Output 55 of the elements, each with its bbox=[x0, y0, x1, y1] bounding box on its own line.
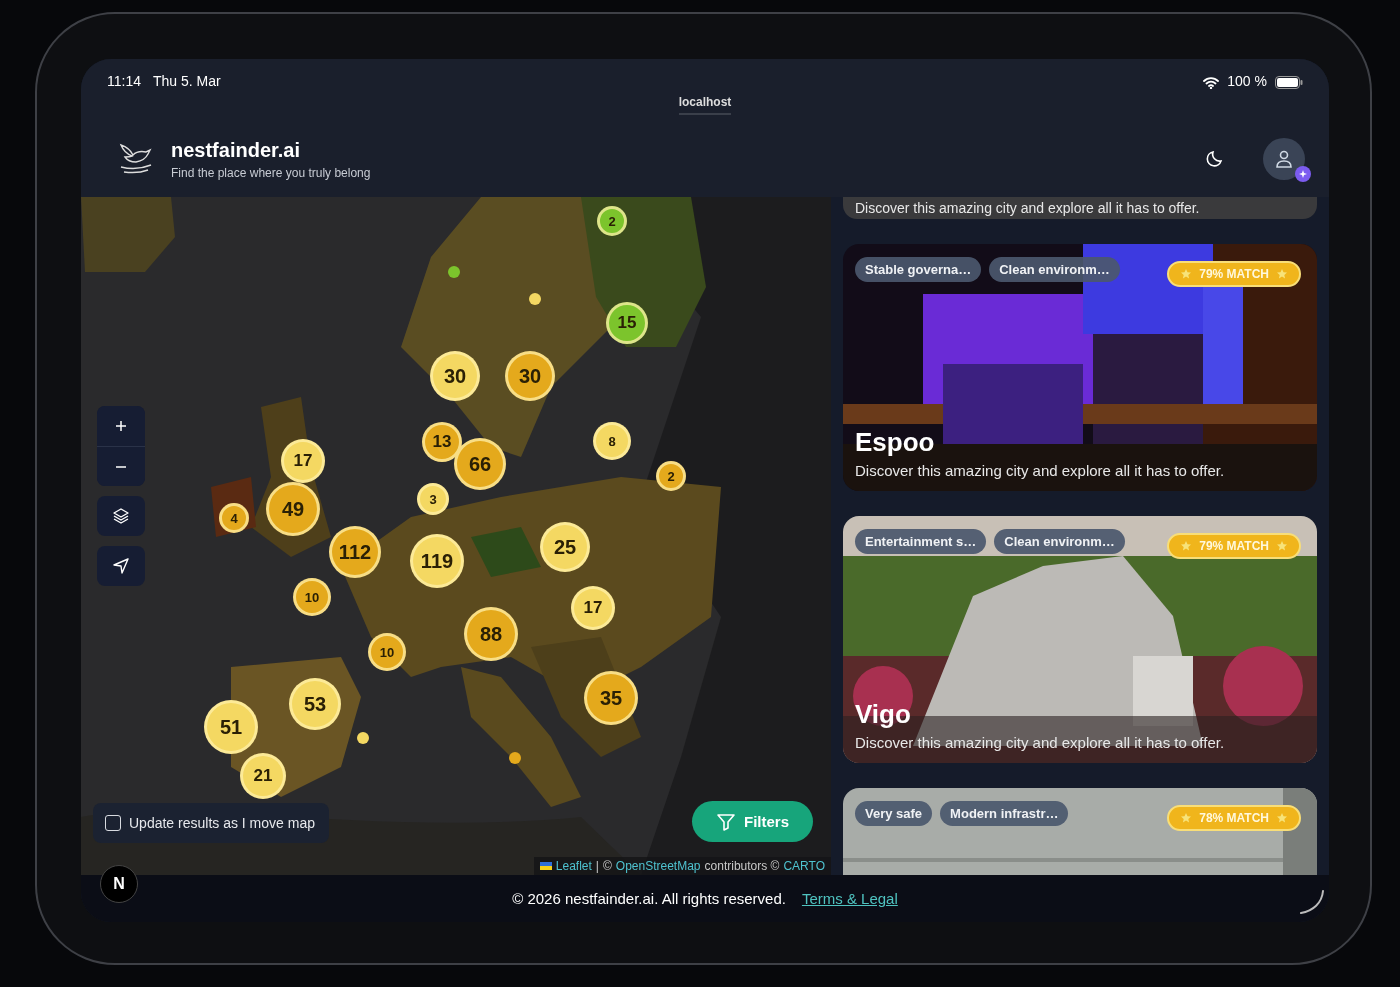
city-name: Espoo bbox=[855, 427, 936, 458]
copyright-text: © 2026 nestfainder.ai. All rights reserved. bbox=[512, 890, 786, 907]
status-date: Thu 5. Mar bbox=[153, 73, 221, 89]
tag-chip: Very safe bbox=[855, 801, 933, 826]
star-icon bbox=[1181, 813, 1192, 823]
attribution-link[interactable]: CARTO bbox=[783, 859, 825, 873]
layers-button[interactable] bbox=[97, 496, 145, 536]
flag-icon bbox=[539, 862, 552, 870]
attribution-link[interactable]: Leaflet bbox=[555, 859, 592, 873]
tag-chip: Clean environm… bbox=[989, 257, 1120, 282]
match-badge: 79% MATCH bbox=[1167, 261, 1301, 287]
tagline: Find the place where you truly belong bbox=[171, 165, 371, 180]
user-icon bbox=[1275, 149, 1293, 169]
attribution-text: contributors © bbox=[704, 859, 780, 873]
city-description: Discover this amazing city and explore all it has to offer. bbox=[855, 200, 1200, 216]
tag-chip: Modern infrastr… bbox=[940, 801, 1069, 826]
filter-icon bbox=[716, 811, 736, 832]
battery-percent: 100 % bbox=[1227, 73, 1267, 89]
star-icon bbox=[1181, 269, 1192, 279]
tag-chip: Clean environm… bbox=[994, 529, 1125, 554]
update-on-move-toggle[interactable]: Update results as I move map bbox=[93, 803, 329, 843]
city-card[interactable]: Entertainment s… Clean environm… 79% MATCH Vigo Discover this amazing city and explore all it has to offer. bbox=[843, 516, 1317, 763]
dev-badge[interactable]: N bbox=[100, 865, 138, 903]
star-icon bbox=[1277, 269, 1287, 279]
terms-link[interactable]: Terms & Legal bbox=[801, 890, 898, 907]
city-description: Discover this amazing city and explore all it has to offer. bbox=[855, 734, 1225, 751]
tag-chip: Entertainment s… bbox=[855, 529, 987, 554]
moon-icon[interactable] bbox=[1205, 149, 1225, 169]
star-icon bbox=[1277, 813, 1287, 823]
city-card[interactable]: Very safe Modern infrastr… 78% MATCH bbox=[843, 788, 1317, 875]
city-description: Discover this amazing city and explore all it has to offer. bbox=[855, 462, 1225, 479]
checkbox[interactable] bbox=[105, 815, 121, 831]
wifi-icon bbox=[1203, 77, 1220, 89]
attribution-text: © bbox=[603, 859, 612, 873]
battery-icon bbox=[1275, 76, 1303, 89]
city-card[interactable]: Discover this amazing city and explore all it has to offer. bbox=[843, 197, 1317, 219]
sparkle-badge-icon bbox=[1295, 166, 1311, 182]
layers-icon bbox=[112, 507, 130, 525]
match-badge: 79% MATCH bbox=[1167, 533, 1301, 559]
user-avatar[interactable] bbox=[1263, 138, 1305, 180]
attribution-text: | bbox=[595, 859, 599, 873]
star-icon bbox=[1181, 541, 1192, 551]
star-icon bbox=[1277, 541, 1287, 551]
city-card[interactable]: Stable governa… Clean environm… 79% MATCH Espoo Discover this amazing city and explore all it has to offer. bbox=[843, 244, 1317, 491]
match-badge: 78% MATCH bbox=[1167, 805, 1301, 831]
locate-button[interactable] bbox=[97, 546, 145, 586]
navigation-arrow-icon bbox=[112, 557, 130, 575]
tag-chip: Stable governa… bbox=[855, 257, 982, 282]
attribution-link[interactable]: OpenStreetMap bbox=[615, 859, 701, 873]
status-time: 11:14 bbox=[107, 73, 141, 89]
plus-icon bbox=[115, 420, 127, 432]
url-text[interactable]: localhost bbox=[678, 95, 732, 115]
spinner-icon bbox=[1299, 889, 1325, 915]
city-name: Vigo bbox=[855, 699, 912, 730]
brand-name[interactable]: nestfainder.ai bbox=[171, 138, 371, 162]
